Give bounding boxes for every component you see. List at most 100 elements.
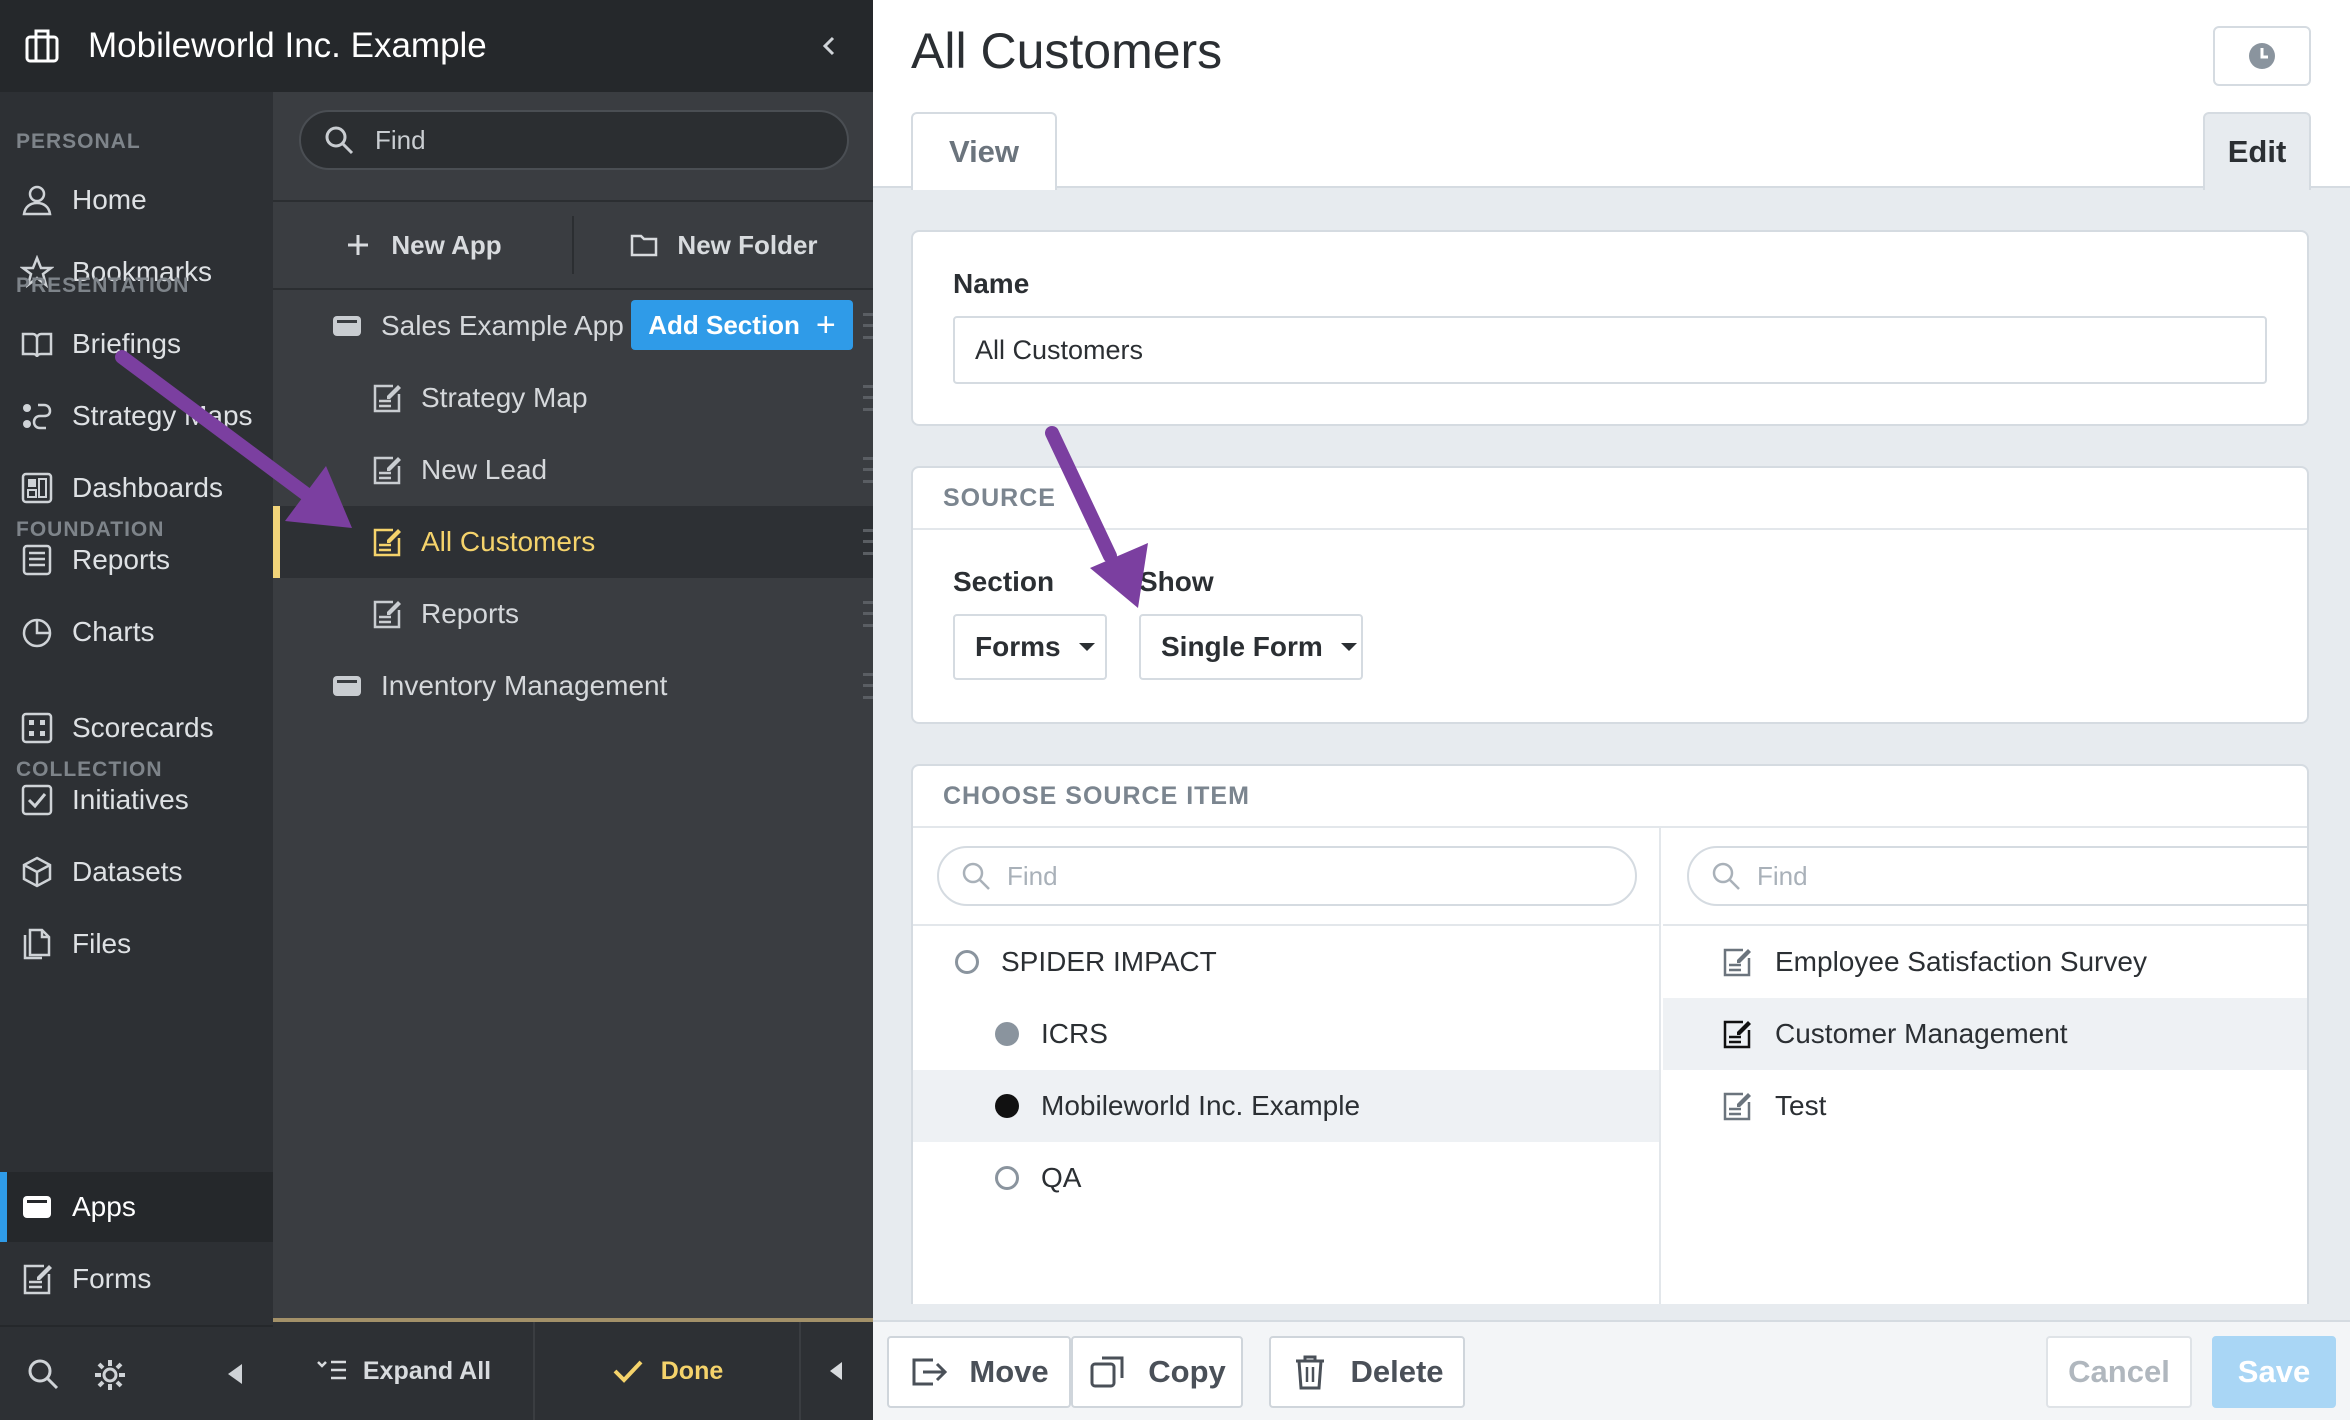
org-header: Mobileworld Inc. Example [0,0,873,92]
plus-icon: + [815,305,836,344]
expand-all-icon [316,1360,346,1380]
tree-row-form-selected[interactable]: All Customers [273,506,873,578]
history-button[interactable] [2213,26,2311,86]
show-label: Show [1139,566,1214,597]
search-icon [1712,862,1740,890]
tree-row-form[interactable]: New Lead [273,434,873,506]
nav-item-briefings[interactable]: Briefings [0,309,273,379]
nav-item-charts[interactable]: Charts [0,597,273,667]
copy-button[interactable]: Copy [1071,1336,1243,1408]
tree-row-form[interactable]: Strategy Map [273,362,873,434]
files-icon [23,928,51,960]
section-label: Section [953,566,1055,597]
new-folder-button[interactable]: New Folder [574,202,873,288]
nav-item-forms[interactable]: Forms [0,1244,273,1314]
form-icon [373,456,401,485]
content-footer: Move Copy Delete Cancel Save [873,1320,2350,1420]
cube-icon [22,856,52,888]
form-pane: Find Employee Satisfaction Survey Custom… [1663,828,2307,1304]
drag-handle-icon[interactable] [863,385,873,411]
nav-item-files[interactable]: Files [0,909,273,979]
organization-search-input[interactable]: Find [937,846,1637,906]
content-area: All Customers View Edit Name All Custome… [873,0,2350,1420]
nav-section-collection: COLLECTION [16,758,163,781]
org-row-selected[interactable]: Mobileworld Inc. Example [913,1070,1659,1142]
drag-handle-icon[interactable] [863,601,873,627]
nav-item-strategy-maps[interactable]: Strategy Maps [0,381,273,451]
tree-row-app[interactable]: Inventory Management [273,650,873,722]
form-icon [23,1264,52,1295]
user-icon [22,185,52,216]
name-label: Name [953,268,1030,299]
checkmark-icon [613,1360,643,1383]
section-dropdown[interactable]: Forms [953,614,1107,680]
dashboard-icon [21,472,53,504]
form-list-item-selected[interactable]: Customer Management [1663,998,2307,1070]
search-icon[interactable] [26,1357,60,1391]
nav-item-dashboards[interactable]: Dashboards [0,453,273,523]
building-icon [25,29,59,63]
nav-item-home[interactable]: Home [0,165,273,235]
gear-icon[interactable] [92,1357,128,1393]
name-input[interactable]: All Customers [953,316,2267,384]
clock-icon [2249,43,2275,69]
org-row[interactable]: SPIDER IMPACT [913,926,1659,998]
drag-handle-icon[interactable] [863,529,873,555]
tree-search-input[interactable]: Find [299,110,849,170]
done-button[interactable]: Done [535,1322,799,1420]
move-icon [912,1358,948,1386]
page-title: All Customers [911,23,1223,79]
copy-icon [1090,1356,1124,1388]
nav-section-presentation: PRESENTATION [16,274,190,297]
app-icon [333,316,361,336]
org-row[interactable]: ICRS [913,998,1659,1070]
source-header: SOURCE [913,468,2307,530]
book-icon [21,332,53,358]
folder-icon [631,234,658,257]
form-icon [373,528,401,557]
main-nav: PERSONAL Home Bookmarks PRESENTATION Bri… [0,92,273,1420]
form-list-item[interactable]: Test [1663,1070,2307,1142]
caret-down-icon [1078,643,1095,651]
add-section-button[interactable]: Add Section + [631,300,853,350]
expand-all-button[interactable]: Expand All [273,1322,533,1420]
search-icon [325,126,354,155]
choose-source-header: CHOOSE SOURCE ITEM [913,766,2307,828]
move-button[interactable]: Move [887,1336,1071,1408]
tab-view[interactable]: View [911,112,1057,190]
form-icon [1723,1092,1751,1121]
form-icon [373,600,401,629]
nav-item-datasets[interactable]: Datasets [0,837,273,907]
form-icon [1723,948,1751,977]
form-search-input[interactable]: Find [1687,846,2307,906]
cancel-button[interactable]: Cancel [2046,1336,2192,1408]
nav-item-scorecards[interactable]: Scorecards [0,693,273,763]
drag-handle-icon[interactable] [863,673,873,699]
report-icon [22,544,52,576]
collapse-nav-icon[interactable] [224,1361,246,1387]
trash-icon [1296,1355,1325,1390]
tab-edit[interactable]: Edit [2203,112,2311,190]
delete-button[interactable]: Delete [1269,1336,1465,1408]
strategy-map-icon [23,403,52,430]
form-list-item[interactable]: Employee Satisfaction Survey [1663,926,2307,998]
collapse-sidebar-icon[interactable] [813,30,845,62]
collapse-tree-button[interactable] [801,1322,871,1420]
form-icon [1723,1020,1751,1049]
drag-handle-icon[interactable] [863,313,873,339]
tree-actions: New App New Folder [273,200,873,290]
show-dropdown[interactable]: Single Form [1139,614,1363,680]
pie-chart-icon [22,618,52,648]
source-card: SOURCE Section Show Forms Single Form [911,466,2309,724]
nav-section-personal: PERSONAL [16,130,141,153]
app-icon [23,1196,51,1218]
org-row[interactable]: QA [913,1142,1659,1214]
tree-row-form[interactable]: Reports [273,578,873,650]
choose-source-card: CHOOSE SOURCE ITEM Find SPIDER IMPACT IC… [911,764,2309,1304]
tree-row-app[interactable]: Sales Example App Add Section + [273,290,873,362]
save-button[interactable]: Save [2212,1336,2336,1408]
new-app-button[interactable]: New App [273,202,572,288]
nav-item-apps[interactable]: Apps [0,1172,273,1242]
nav-section-foundation: FOUNDATION [16,518,165,541]
drag-handle-icon[interactable] [863,457,873,483]
